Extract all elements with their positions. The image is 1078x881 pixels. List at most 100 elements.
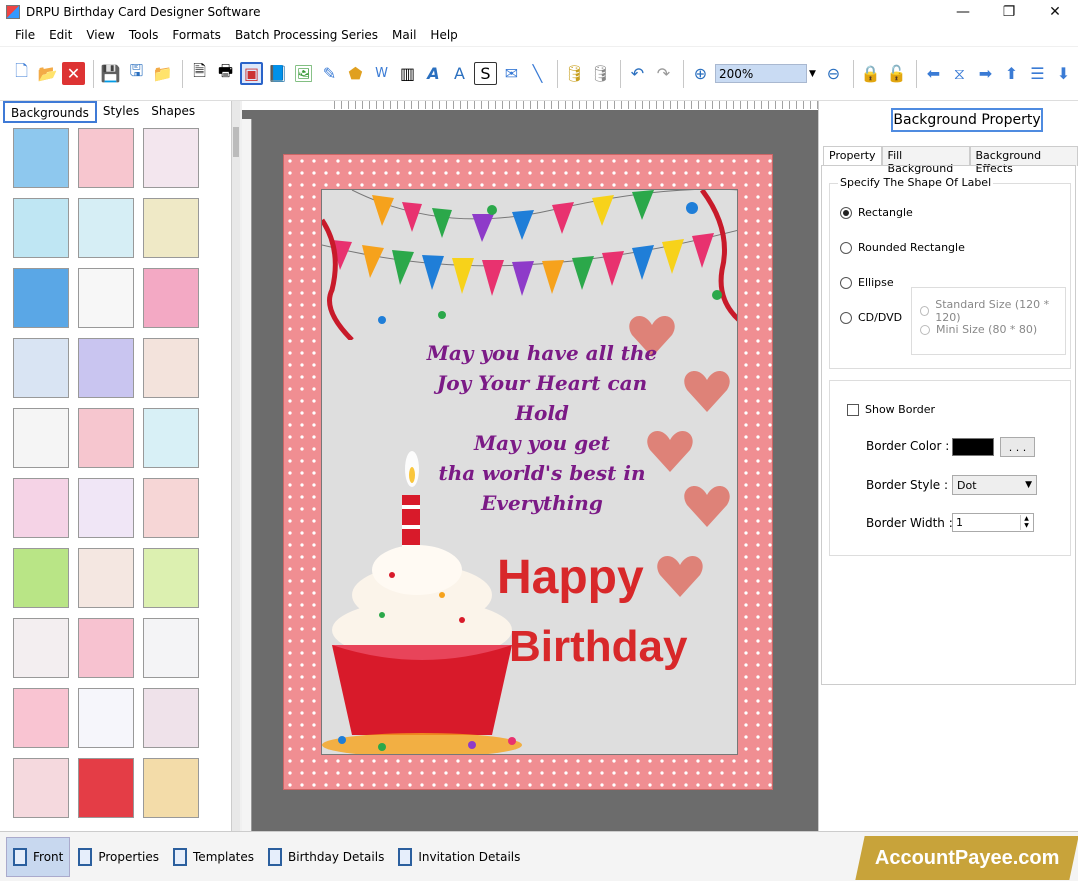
background-icon[interactable]: ▣ <box>240 62 263 85</box>
radio-mini-size[interactable]: Mini Size (80 * 80) <box>920 323 1037 336</box>
arrow-up-icon[interactable]: ⬆ <box>1000 62 1023 85</box>
text-icon[interactable]: A <box>422 62 445 85</box>
background-thumbnail[interactable] <box>143 548 199 608</box>
background-thumbnail[interactable] <box>78 618 134 678</box>
background-thumbnail[interactable] <box>78 198 134 258</box>
tab-property[interactable]: Property <box>823 146 882 166</box>
tab-background-effects[interactable]: Background Effects <box>969 146 1078 175</box>
background-thumbnail[interactable] <box>78 268 134 328</box>
align-icon[interactable]: ☰ <box>1026 62 1049 85</box>
tab-birthday-details[interactable]: Birthday Details <box>262 837 390 877</box>
background-thumbnail[interactable] <box>143 688 199 748</box>
border-color-swatch[interactable] <box>952 438 994 456</box>
radio-rounded-rectangle[interactable]: Rounded Rectangle <box>840 241 965 254</box>
open-folder-icon[interactable]: 📂 <box>36 62 59 85</box>
print-icon[interactable]: 🖶 <box>214 61 237 85</box>
signature-icon[interactable]: S <box>474 62 497 85</box>
tab-templates[interactable]: Templates <box>167 837 260 877</box>
book-icon[interactable]: 📘 <box>266 62 289 85</box>
background-thumbnail[interactable] <box>143 198 199 258</box>
arrow-right-icon[interactable]: ➡ <box>974 62 997 85</box>
birthday-card[interactable]: May you have all the Joy Your Heart can … <box>283 154 773 790</box>
left-scrollbar[interactable] <box>232 101 240 831</box>
database-gray-icon[interactable]: 🛢 <box>589 62 612 85</box>
tab-properties[interactable]: Properties <box>72 837 165 877</box>
shape-picker-icon[interactable]: ⬟ <box>344 62 367 85</box>
birthday-text[interactable]: Birthday <box>509 622 687 672</box>
background-thumbnail[interactable] <box>13 128 69 188</box>
tab-styles[interactable]: Styles <box>97 101 145 123</box>
menu-formats[interactable]: Formats <box>165 28 228 42</box>
background-thumbnail[interactable] <box>78 758 134 818</box>
border-color-picker-button[interactable]: . . . <box>1000 437 1035 457</box>
menu-tools[interactable]: Tools <box>122 28 166 42</box>
export-icon[interactable]: 📁 <box>151 62 174 85</box>
background-thumbnail[interactable] <box>78 478 134 538</box>
background-thumbnail[interactable] <box>78 128 134 188</box>
database-icon[interactable]: 🛢 <box>563 62 586 85</box>
lock-icon[interactable]: 🔒 <box>859 62 882 85</box>
background-thumbnail[interactable] <box>143 758 199 818</box>
minimize-button[interactable]: — <box>940 0 986 24</box>
line-icon[interactable]: ╲ <box>526 62 549 85</box>
zoom-level-input[interactable]: 200% <box>715 64 807 83</box>
background-thumbnail[interactable] <box>13 478 69 538</box>
radio-ellipse[interactable]: Ellipse <box>840 276 894 289</box>
background-thumbnail[interactable] <box>143 618 199 678</box>
menu-file[interactable]: File <box>8 28 42 42</box>
background-thumbnail[interactable] <box>78 688 134 748</box>
background-thumbnail[interactable] <box>143 268 199 328</box>
barcode-icon[interactable]: ▥ <box>396 62 419 85</box>
cupcake-image[interactable] <box>322 445 532 755</box>
tab-invitation-details[interactable]: Invitation Details <box>392 837 526 877</box>
background-thumbnail[interactable] <box>13 618 69 678</box>
background-thumbnail[interactable] <box>143 128 199 188</box>
background-thumbnail[interactable] <box>78 338 134 398</box>
menu-batch-processing[interactable]: Batch Processing Series <box>228 28 385 42</box>
arrow-down-icon[interactable]: ⬇ <box>1052 62 1075 85</box>
save-icon[interactable]: 💾 <box>99 62 122 85</box>
background-thumbnail[interactable] <box>13 408 69 468</box>
new-file-icon[interactable]: 🗋 <box>10 61 33 85</box>
radio-standard-size[interactable]: Standard Size (120 * 120) <box>920 298 1065 324</box>
stepper-arrows-icon[interactable]: ▲ ▼ <box>1020 515 1032 530</box>
show-border-checkbox[interactable]: Show Border <box>847 403 935 416</box>
print-preview-icon[interactable]: 🗎 <box>188 61 211 85</box>
word-art-icon[interactable]: A <box>448 62 471 85</box>
menu-edit[interactable]: Edit <box>42 28 79 42</box>
close-button[interactable]: ✕ <box>1032 0 1078 24</box>
background-thumbnail[interactable] <box>78 548 134 608</box>
background-thumbnail[interactable] <box>78 408 134 468</box>
pen-icon[interactable]: ✎ <box>318 62 341 85</box>
maximize-button[interactable]: ❐ <box>986 0 1032 24</box>
mail-icon[interactable]: ✉ <box>500 62 523 85</box>
background-thumbnail[interactable] <box>13 548 69 608</box>
flip-icon[interactable]: ⧖ <box>948 62 971 85</box>
redo-icon[interactable]: ↷ <box>652 62 675 85</box>
background-thumbnail[interactable] <box>13 338 69 398</box>
background-thumbnail[interactable] <box>13 688 69 748</box>
tab-front[interactable]: Front <box>6 836 71 877</box>
background-thumbnail[interactable] <box>13 268 69 328</box>
tab-backgrounds[interactable]: Backgrounds <box>3 101 97 123</box>
border-width-stepper[interactable]: 1 ▲ ▼ <box>952 513 1034 532</box>
image-icon[interactable]: 🖼 <box>292 62 315 85</box>
menu-view[interactable]: View <box>79 28 121 42</box>
watermark-icon[interactable]: W <box>370 62 393 85</box>
background-thumbnail[interactable] <box>143 338 199 398</box>
save-as-icon[interactable]: 🖫 <box>125 61 148 85</box>
background-thumbnail[interactable] <box>143 478 199 538</box>
background-thumbnail[interactable] <box>13 758 69 818</box>
unlock-icon[interactable]: 🔓 <box>885 62 908 85</box>
close-file-icon[interactable]: ✕ <box>62 62 85 85</box>
menu-mail[interactable]: Mail <box>385 28 423 42</box>
arrow-left-icon[interactable]: ⬅ <box>922 62 945 85</box>
zoom-in-icon[interactable]: ⊕ <box>689 62 712 85</box>
undo-icon[interactable]: ↶ <box>626 62 649 85</box>
background-thumbnail[interactable] <box>143 408 199 468</box>
background-thumbnail[interactable] <box>13 198 69 258</box>
border-style-select[interactable]: Dot ▼ <box>952 475 1037 495</box>
menu-help[interactable]: Help <box>423 28 464 42</box>
tab-shapes[interactable]: Shapes <box>145 101 201 123</box>
radio-cd-dvd[interactable]: CD/DVD <box>840 311 902 324</box>
